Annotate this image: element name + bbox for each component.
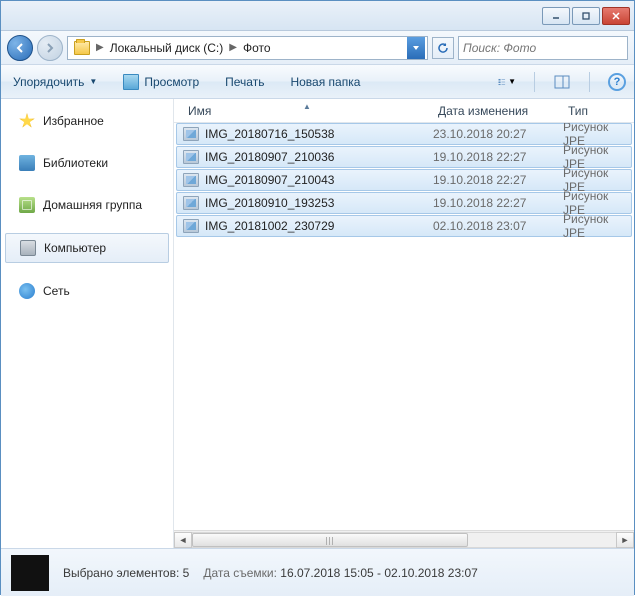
file-date: 19.10.2018 22:27 xyxy=(433,150,563,164)
column-header-date[interactable]: Дата изменения xyxy=(432,104,562,118)
image-icon xyxy=(183,150,199,164)
column-header-name[interactable]: Имя ▲ xyxy=(182,104,432,118)
libraries-icon xyxy=(19,155,35,171)
image-icon xyxy=(183,219,199,233)
file-date: 19.10.2018 22:27 xyxy=(433,196,563,210)
shot-date-value: 16.07.2018 15:05 - 02.10.2018 23:07 xyxy=(280,566,478,580)
shot-date-label: Дата съемки: xyxy=(203,566,277,580)
nav-forward-button[interactable] xyxy=(37,35,63,61)
sidebar-item-homegroup[interactable]: Домашняя группа xyxy=(1,191,173,219)
computer-icon xyxy=(20,240,36,256)
separator xyxy=(534,72,535,92)
help-button[interactable]: ? xyxy=(608,73,626,91)
search-box[interactable] xyxy=(458,36,628,60)
view-mode-button[interactable]: ▼ xyxy=(498,73,516,91)
image-icon xyxy=(183,127,199,141)
sidebar-label: Сеть xyxy=(43,284,70,298)
close-button[interactable] xyxy=(602,7,630,25)
file-name: IMG_20180907_210043 xyxy=(205,173,433,187)
preview-pane-button[interactable] xyxy=(553,73,571,91)
file-name: IMG_20181002_230729 xyxy=(205,219,433,233)
network-icon xyxy=(19,283,35,299)
sidebar-item-computer[interactable]: Компьютер xyxy=(5,233,169,263)
command-bar: Упорядочить ▼ Просмотр Печать Новая папка… xyxy=(1,65,634,99)
column-header-type[interactable]: Тип xyxy=(562,104,634,118)
sidebar-label: Домашняя группа xyxy=(43,198,142,212)
maximize-button[interactable] xyxy=(572,7,600,25)
file-row[interactable]: IMG_20181002_23072902.10.2018 23:07Рисун… xyxy=(176,215,632,237)
file-row[interactable]: IMG_20180716_15053823.10.2018 20:27Рисун… xyxy=(176,123,632,145)
window-titlebar xyxy=(1,1,634,31)
file-name: IMG_20180910_193253 xyxy=(205,196,433,210)
column-label: Тип xyxy=(568,104,588,118)
breadcrumb-seg-folder[interactable]: Фото xyxy=(239,39,275,57)
horizontal-scrollbar[interactable]: ◄ ► xyxy=(174,530,634,548)
file-rows: IMG_20180716_15053823.10.2018 20:27 Рисун… xyxy=(174,123,634,530)
image-icon xyxy=(183,173,199,187)
navigation-bar: ▶ Локальный диск (C:) ▶ Фото xyxy=(1,31,634,65)
file-date: 02.10.2018 23:07 xyxy=(433,219,563,233)
breadcrumb-seg-drive[interactable]: Локальный диск (C:) xyxy=(106,39,228,57)
file-name: IMG_20180716_150538 xyxy=(205,127,433,141)
selection-count: Выбрано элементов: 5 xyxy=(63,566,189,580)
new-folder-button[interactable]: Новая папка xyxy=(286,72,364,92)
folder-icon xyxy=(74,41,90,55)
column-label: Имя xyxy=(188,104,211,118)
separator xyxy=(589,72,590,92)
file-row[interactable]: IMG_20180907_21004319.10.2018 22:27Рисун… xyxy=(176,169,632,191)
sidebar-item-libraries[interactable]: Библиотеки xyxy=(1,149,173,177)
navigation-pane: Избранное Библиотеки Домашняя группа Ком… xyxy=(1,99,174,548)
breadcrumb-root[interactable] xyxy=(70,39,94,57)
new-folder-label: Новая папка xyxy=(290,75,360,89)
file-name: IMG_20180907_210036 xyxy=(205,150,433,164)
content-area: Избранное Библиотеки Домашняя группа Ком… xyxy=(1,99,634,548)
organize-button[interactable]: Упорядочить ▼ xyxy=(9,72,101,92)
sort-asc-icon: ▲ xyxy=(303,102,311,111)
scroll-left-button[interactable]: ◄ xyxy=(174,532,192,548)
address-bar[interactable]: ▶ Локальный диск (C:) ▶ Фото xyxy=(67,36,428,60)
star-icon xyxy=(19,113,35,129)
preview-icon xyxy=(123,74,139,90)
print-label: Печать xyxy=(225,75,264,89)
organize-label: Упорядочить xyxy=(13,75,84,89)
sidebar-label: Библиотеки xyxy=(43,156,108,170)
chevron-right-icon[interactable]: ▶ xyxy=(96,42,104,53)
preview-label: Просмотр xyxy=(144,75,199,89)
file-date: 19.10.2018 22:27 xyxy=(433,173,563,187)
chevron-down-icon: ▼ xyxy=(508,77,516,86)
scroll-thumb[interactable] xyxy=(192,533,468,547)
file-date: 23.10.2018 20:27 xyxy=(433,127,563,141)
scroll-right-button[interactable]: ► xyxy=(616,532,634,548)
nav-back-button[interactable] xyxy=(7,35,33,61)
refresh-button[interactable] xyxy=(432,37,454,59)
file-row[interactable]: IMG_20180910_19325319.10.2018 22:27Рисун… xyxy=(176,192,632,214)
chevron-right-icon[interactable]: ▶ xyxy=(229,42,237,53)
file-type: Рисунок JPE xyxy=(563,212,631,240)
column-header-row: Имя ▲ Дата изменения Тип xyxy=(174,99,634,123)
chevron-down-icon: ▼ xyxy=(89,77,97,86)
preview-button[interactable]: Просмотр xyxy=(119,71,203,93)
image-icon xyxy=(183,196,199,210)
thumbnail-preview xyxy=(11,555,49,591)
search-input[interactable] xyxy=(463,41,620,55)
window-controls xyxy=(542,7,630,25)
address-dropdown-button[interactable] xyxy=(407,37,425,59)
column-label: Дата изменения xyxy=(438,104,528,118)
homegroup-icon xyxy=(19,197,35,213)
details-pane: Выбрано элементов: 5 Дата съемки: 16.07.… xyxy=(1,548,634,596)
minimize-button[interactable] xyxy=(542,7,570,25)
sidebar-label: Избранное xyxy=(43,114,104,128)
file-list-pane: Имя ▲ Дата изменения Тип IMG_20180716_150… xyxy=(174,99,634,548)
sidebar-item-favorites[interactable]: Избранное xyxy=(1,107,173,135)
scroll-track[interactable] xyxy=(192,532,616,548)
file-row[interactable]: IMG_20180907_21003619.10.2018 22:27Рисун… xyxy=(176,146,632,168)
sidebar-label: Компьютер xyxy=(44,241,106,255)
sidebar-item-network[interactable]: Сеть xyxy=(1,277,173,305)
print-button[interactable]: Печать xyxy=(221,72,268,92)
